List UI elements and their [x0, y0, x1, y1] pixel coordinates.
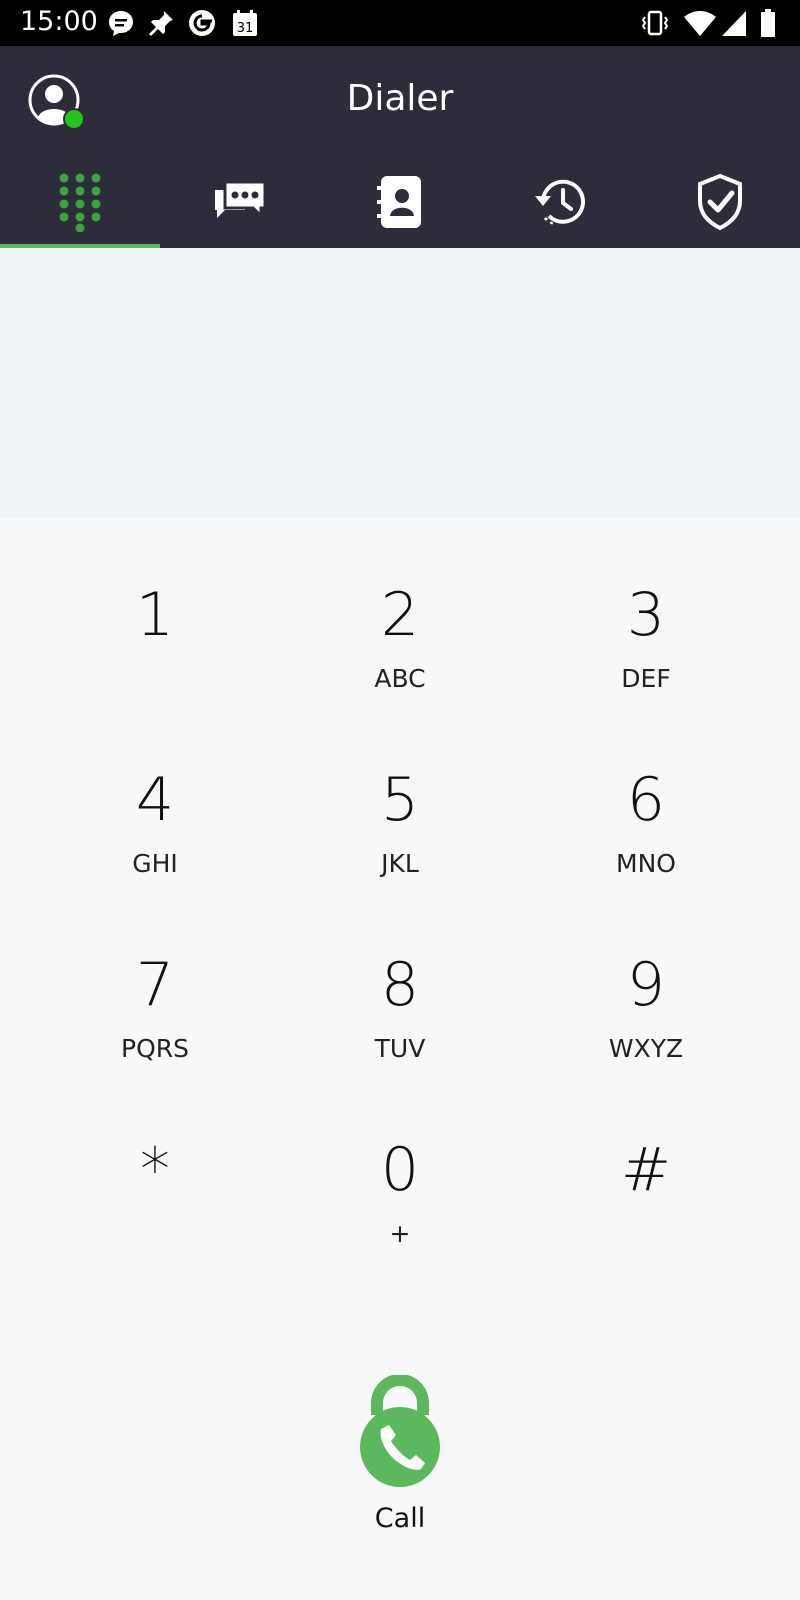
key-9[interactable]: 9 WXYZ [523, 950, 769, 1120]
key-digit: 2 [380, 580, 420, 650]
key-letters: MNO [616, 849, 676, 878]
key-letters: GHI [132, 849, 178, 878]
dialed-number-display[interactable] [0, 248, 800, 518]
key-star[interactable]: * [32, 1135, 278, 1305]
tab-contacts[interactable] [320, 156, 480, 248]
call-label: Call [374, 1503, 426, 1534]
messages-icon [215, 180, 267, 220]
key-1[interactable]: 1 [32, 580, 278, 750]
key-letters: PQRS [121, 1034, 189, 1063]
status-time: 15:00 [20, 6, 98, 37]
key-letters: ABC [374, 664, 426, 693]
google-icon [189, 10, 215, 36]
key-digit: 4 [135, 765, 175, 835]
shield-check-icon [698, 173, 742, 231]
key-digit: 6 [626, 765, 666, 835]
message-bubble-icon [109, 11, 133, 36]
key-digit: * [140, 1135, 170, 1205]
call-button[interactable] [355, 1375, 445, 1495]
key-digit: # [620, 1135, 672, 1205]
key-digit: 5 [380, 765, 420, 835]
tab-dialpad[interactable] [0, 156, 160, 248]
key-8[interactable]: 8 TUV [277, 950, 523, 1120]
key-letters: WXYZ [608, 1034, 684, 1063]
key-6[interactable]: 6 MNO [523, 765, 769, 935]
status-bar: 15:00 31 [0, 0, 800, 46]
key-hash[interactable]: # [523, 1135, 769, 1305]
key-digit: 0 [380, 1135, 420, 1205]
key-0[interactable]: 0 + [277, 1135, 523, 1305]
key-3[interactable]: 3 DEF [523, 580, 769, 750]
calendar-icon: 31 [233, 10, 257, 36]
tab-messages[interactable] [160, 156, 320, 248]
key-digit: 7 [135, 950, 175, 1020]
key-letters: + [389, 1219, 411, 1248]
history-icon [535, 179, 585, 225]
tab-bar [0, 156, 800, 248]
key-4[interactable]: 4 GHI [32, 765, 278, 935]
key-digit: 3 [626, 580, 666, 650]
contacts-icon [377, 176, 421, 228]
key-letters: DEF [621, 664, 671, 693]
key-2[interactable]: 2 ABC [277, 580, 523, 750]
dialpad-icon [59, 173, 101, 232]
tab-history[interactable] [480, 156, 640, 248]
vibrate-icon [641, 10, 669, 36]
key-7[interactable]: 7 PQRS [32, 950, 278, 1120]
battery-icon [761, 9, 775, 37]
cell-signal-icon [722, 11, 746, 36]
pin-icon [149, 11, 173, 36]
wifi-icon [684, 11, 716, 36]
key-digit: 1 [135, 580, 175, 650]
calendar-day: 31 [237, 21, 254, 36]
tab-security[interactable] [640, 156, 800, 248]
key-letters: JKL [381, 849, 419, 878]
key-digit: 8 [380, 950, 420, 1020]
key-letters: TUV [374, 1034, 426, 1063]
key-5[interactable]: 5 JKL [277, 765, 523, 935]
key-digit: 9 [626, 950, 666, 1020]
page-title: Dialer [346, 78, 454, 119]
